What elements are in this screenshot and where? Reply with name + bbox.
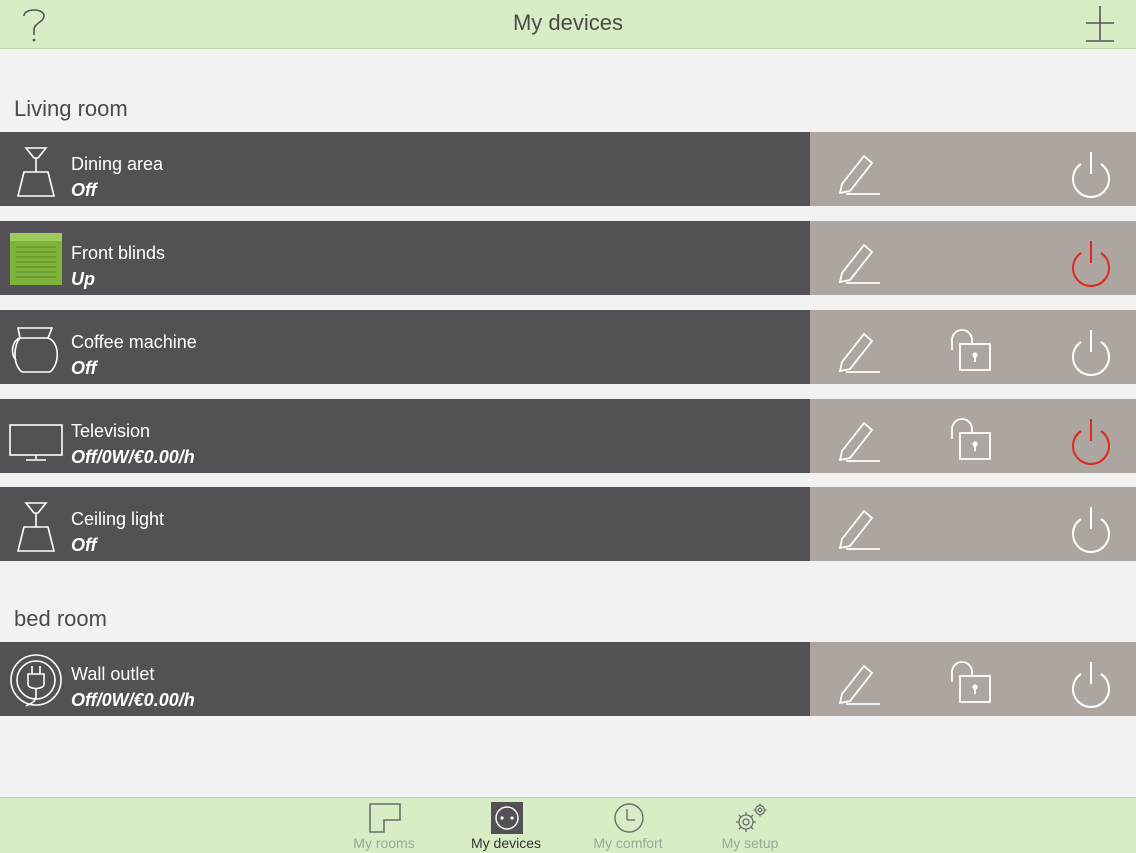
outlet-icon <box>491 802 523 834</box>
device-info[interactable]: Wall outlet Off/0W/€0.00/h <box>0 642 810 716</box>
power-icon[interactable] <box>1066 417 1116 467</box>
section-title-living-room: Living room <box>14 96 128 121</box>
power-icon[interactable] <box>1066 328 1116 378</box>
device-state: Off/0W/€0.00/h <box>71 690 195 710</box>
device-row-dining-area[interactable]: Dining area Off <box>0 132 1136 206</box>
power-icon[interactable] <box>1066 239 1116 289</box>
unlock-icon[interactable] <box>946 417 994 463</box>
device-actions <box>810 487 1136 561</box>
blinds-icon <box>10 233 62 285</box>
device-state: Off <box>71 535 97 555</box>
edit-icon[interactable] <box>834 419 882 463</box>
power-icon[interactable] <box>1066 660 1116 710</box>
device-name: Wall outlet <box>71 664 155 684</box>
device-name: Ceiling light <box>71 509 165 529</box>
edit-icon[interactable] <box>834 507 882 551</box>
device-actions <box>810 221 1136 295</box>
device-state: Off/0W/€0.00/h <box>71 447 195 467</box>
device-row-front-blinds[interactable]: Front blinds Up <box>0 221 1136 295</box>
power-icon[interactable] <box>1066 505 1116 555</box>
device-name: Coffee machine <box>71 332 197 352</box>
device-row-wall-outlet[interactable]: Wall outlet Off/0W/€0.00/h <box>0 642 1136 716</box>
device-name: Television <box>71 421 151 441</box>
plug-icon <box>10 654 62 707</box>
unlock-icon[interactable] <box>946 328 994 374</box>
device-actions <box>810 132 1136 206</box>
edit-icon[interactable] <box>834 330 882 374</box>
tab-label: My devices <box>470 835 542 851</box>
page-title: My devices <box>512 10 624 35</box>
clock-icon <box>614 803 644 833</box>
device-state: Up <box>71 269 95 289</box>
device-row-coffee-machine[interactable]: Coffee machine Off <box>0 310 1136 384</box>
tab-label: My setup <box>721 835 779 851</box>
coffee-pot-icon <box>11 327 59 373</box>
device-info[interactable]: Ceiling light Off <box>0 487 810 561</box>
device-actions <box>810 399 1136 473</box>
device-actions <box>810 642 1136 716</box>
device-info[interactable]: Dining area Off <box>0 132 810 206</box>
device-row-television[interactable]: Television Off/0W/€0.00/h <box>0 399 1136 473</box>
device-name: Dining area <box>71 154 164 174</box>
gears-icon <box>736 803 767 832</box>
device-state: Off <box>71 358 97 378</box>
tab-bar: My rooms My devices My comfort My setup <box>0 797 1136 853</box>
tv-icon <box>9 424 63 461</box>
tab-label: My rooms <box>353 835 415 851</box>
rooms-icon <box>369 803 401 833</box>
device-name: Front blinds <box>71 243 166 263</box>
device-info[interactable]: Coffee machine Off <box>0 310 810 384</box>
pendant-lamp-icon <box>16 502 56 552</box>
device-state: Off <box>71 180 97 200</box>
device-info[interactable]: Television Off/0W/€0.00/h <box>0 399 810 473</box>
add-device-button[interactable] <box>1082 4 1118 44</box>
section-title-bed-room: bed room <box>14 606 107 631</box>
tab-label: My comfort <box>593 835 663 851</box>
tab-my-comfort[interactable]: My comfort <box>568 798 688 853</box>
device-row-ceiling-light[interactable]: Ceiling light Off <box>0 487 1136 561</box>
tab-my-devices[interactable]: My devices <box>446 798 566 853</box>
unlock-icon[interactable] <box>946 660 994 706</box>
header-bar: My devices <box>0 0 1136 49</box>
edit-icon[interactable] <box>834 662 882 706</box>
tab-my-rooms[interactable]: My rooms <box>324 798 444 853</box>
edit-icon[interactable] <box>834 152 882 196</box>
power-icon[interactable] <box>1066 150 1116 200</box>
device-actions <box>810 310 1136 384</box>
plus-icon <box>1086 6 1114 42</box>
tab-my-setup[interactable]: My setup <box>690 798 810 853</box>
edit-icon[interactable] <box>834 241 882 285</box>
pendant-lamp-icon <box>16 147 56 197</box>
device-info[interactable]: Front blinds Up <box>0 221 810 295</box>
